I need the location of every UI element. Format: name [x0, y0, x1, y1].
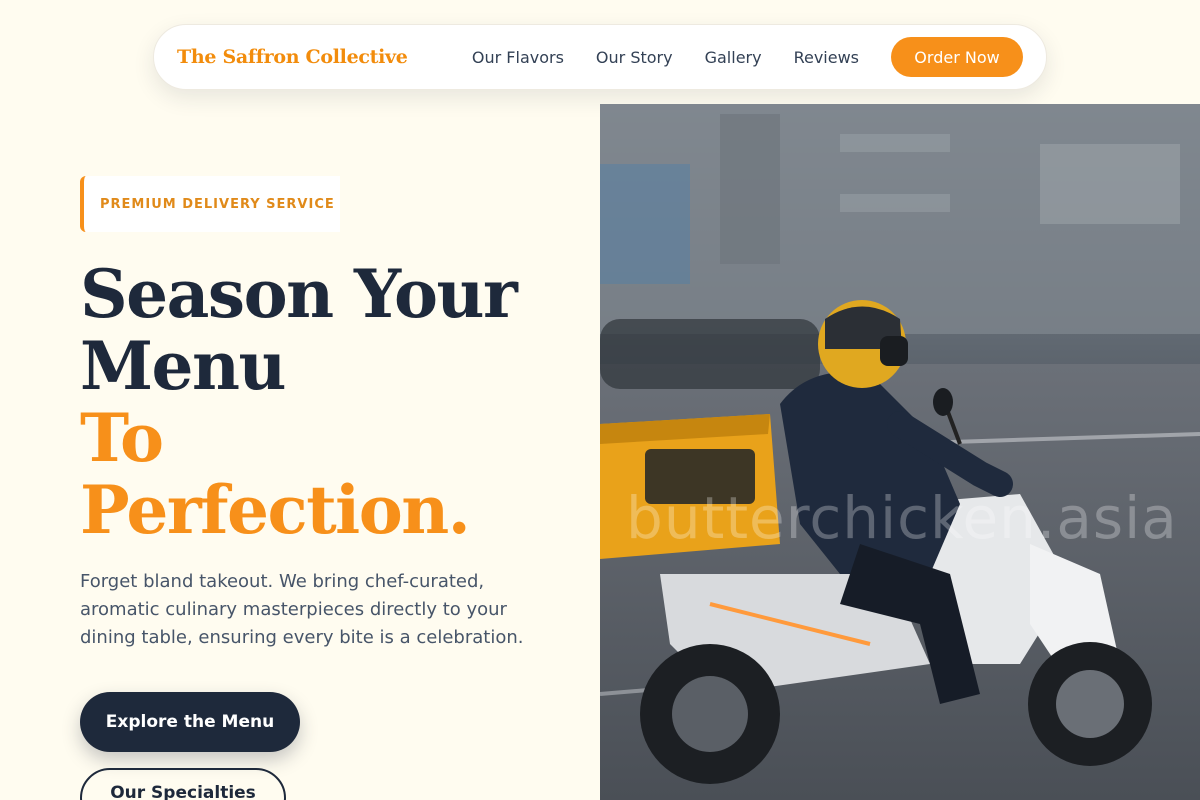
delivery-scooter-photo: butterchicken.asia [600, 104, 1200, 800]
badge-label: PREMIUM DELIVERY SERVICE [100, 196, 335, 212]
nav-links: Our Flavors Our Story Gallery Reviews Or… [472, 37, 1023, 77]
brand-logo[interactable]: The Saffron Collective [177, 46, 408, 68]
nav-link-reviews[interactable]: Reviews [794, 48, 859, 67]
hero-headline: Season Your Menu To Perfection. [80, 255, 518, 549]
headline-line-1: Season Your [80, 255, 518, 333]
nav-link-gallery[interactable]: Gallery [705, 48, 762, 67]
headline-line-3: To [80, 399, 164, 477]
premium-badge: PREMIUM DELIVERY SERVICE [80, 176, 340, 232]
order-now-button[interactable]: Order Now [891, 37, 1023, 77]
top-navbar: The Saffron Collective Our Flavors Our S… [153, 24, 1047, 90]
our-specialties-button[interactable]: Our Specialties [80, 768, 286, 800]
headline-line-2: Menu [80, 327, 287, 405]
scooter-illustration [600, 104, 1200, 800]
nav-link-our-story[interactable]: Our Story [596, 48, 673, 67]
hero-subtext: Forget bland takeout. We bring chef-cura… [80, 571, 524, 648]
explore-menu-button[interactable]: Explore the Menu [80, 692, 300, 752]
headline-line-4: Perfection. [80, 471, 471, 549]
watermark-text: butterchicken.asia [626, 484, 1178, 552]
nav-link-our-flavors[interactable]: Our Flavors [472, 48, 564, 67]
